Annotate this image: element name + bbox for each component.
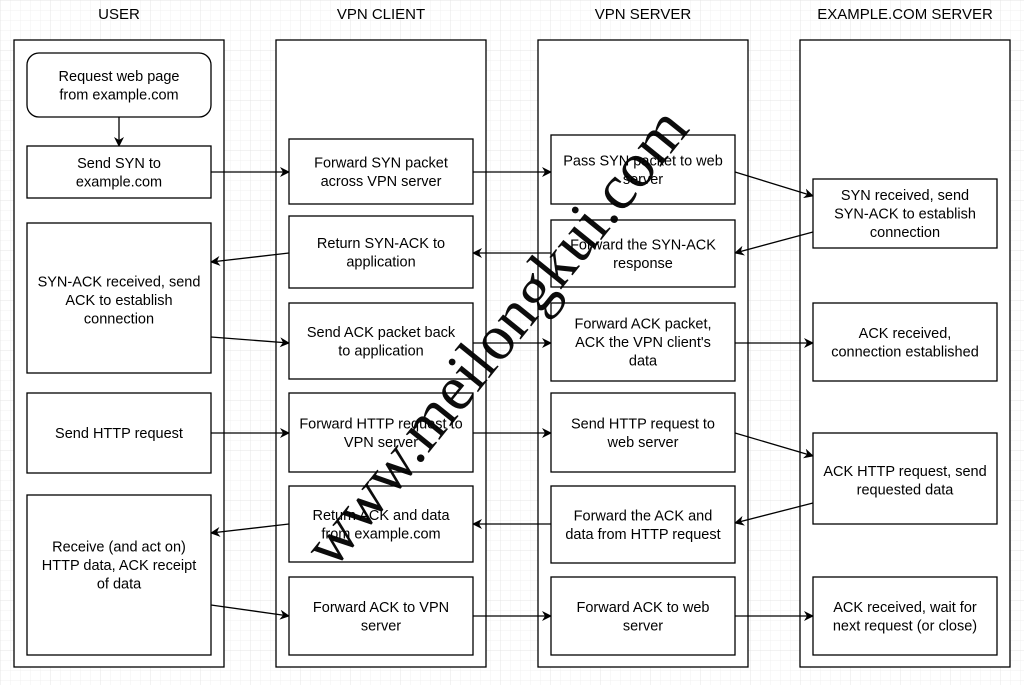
step-text: next request (or close) bbox=[833, 618, 977, 634]
step-box bbox=[550, 392, 736, 473]
step-return-synack: Return SYN-ACK to application bbox=[288, 215, 474, 289]
step-box bbox=[812, 576, 998, 656]
lane-title: VPN SERVER bbox=[595, 6, 692, 23]
step-ack-established: ACK received, connection established bbox=[812, 302, 998, 382]
step-text: of data bbox=[97, 577, 142, 593]
step-text: Send HTTP request to bbox=[571, 416, 715, 432]
step-send-http: Send HTTP request bbox=[26, 392, 212, 474]
step-text: to application bbox=[338, 343, 423, 359]
lane-title: EXAMPLE.COM SERVER bbox=[817, 6, 993, 23]
step-box bbox=[550, 485, 736, 564]
step-box bbox=[26, 494, 212, 656]
step-text: connection bbox=[84, 312, 154, 328]
step-send-http-web: Send HTTP request to web server bbox=[550, 392, 736, 473]
lane-title: USER bbox=[98, 6, 140, 23]
step-box bbox=[812, 302, 998, 382]
step-text: from example.com bbox=[59, 87, 178, 103]
step-fwd-ack-packet: Forward ACK packet, ACK the VPN client's d… bbox=[550, 302, 736, 382]
step-ack-wait: ACK received, wait for next request (or c… bbox=[812, 576, 998, 656]
step-text: Send ACK packet back bbox=[307, 325, 456, 341]
step-fwd-ack-data: Forward the ACK and data from HTTP reques… bbox=[550, 485, 736, 564]
step-text: Forward SYN packet bbox=[314, 155, 448, 171]
step-send-syn: Send SYN to example.com bbox=[26, 145, 212, 199]
step-ack-http: ACK HTTP request, send requested data bbox=[812, 432, 998, 525]
step-box bbox=[288, 576, 474, 656]
step-text: HTTP data, ACK receipt bbox=[42, 558, 196, 574]
step-text: ACK received, bbox=[859, 326, 952, 342]
step-text: Forward the ACK and bbox=[574, 508, 713, 524]
step-text: Send SYN to bbox=[77, 156, 161, 172]
step-text: web server bbox=[607, 435, 679, 451]
step-syn-received: SYN received, send SYN-ACK to establish co… bbox=[812, 178, 998, 249]
step-text: Forward ACK to VPN bbox=[313, 600, 449, 616]
step-synack-received: SYN-ACK received, send ACK to establish co… bbox=[26, 222, 212, 374]
step-text: SYN-ACK to establish bbox=[834, 207, 976, 223]
step-text: response bbox=[613, 256, 673, 272]
step-text: Forward ACK to web bbox=[577, 600, 710, 616]
step-text: ACK to establish bbox=[65, 293, 172, 309]
vpn-sequence-diagram: USER VPN CLIENT VPN SERVER EXAMPLE.COM SERV… bbox=[0, 0, 1024, 685]
step-fwd-ack-vpn: Forward ACK to VPN server bbox=[288, 576, 474, 656]
step-text: server bbox=[361, 618, 401, 634]
step-text: across VPN server bbox=[321, 174, 442, 190]
step-box bbox=[288, 215, 474, 289]
step-receive-data: Receive (and act on) HTTP data, ACK recei… bbox=[26, 494, 212, 656]
step-fwd-ack-web: Forward ACK to web server bbox=[550, 576, 736, 656]
step-text: server bbox=[623, 618, 663, 634]
step-text: SYN received, send bbox=[841, 188, 969, 204]
step-text: Send HTTP request bbox=[55, 426, 183, 442]
step-text: ACK HTTP request, send bbox=[823, 464, 986, 480]
step-text: ACK received, wait for bbox=[833, 600, 977, 616]
step-box bbox=[26, 52, 212, 118]
step-box bbox=[550, 576, 736, 656]
step-text: Request web page bbox=[59, 69, 180, 85]
step-text: connection bbox=[870, 225, 940, 241]
step-box bbox=[288, 138, 474, 205]
step-text: data bbox=[629, 354, 658, 370]
step-request: Request web page from example.com bbox=[26, 52, 212, 118]
step-text: Receive (and act on) bbox=[52, 540, 186, 556]
step-text: requested data bbox=[857, 482, 955, 498]
step-text: SYN-ACK received, send bbox=[38, 275, 201, 291]
step-text: ACK the VPN client's bbox=[575, 335, 711, 351]
step-text: example.com bbox=[76, 174, 162, 190]
step-text: application bbox=[346, 254, 415, 270]
step-text: Forward ACK packet, bbox=[575, 317, 712, 333]
step-text: Return SYN-ACK to bbox=[317, 236, 445, 252]
step-text: connection established bbox=[831, 344, 979, 360]
step-fwd-syn: Forward SYN packet across VPN server bbox=[288, 138, 474, 205]
step-text: data from HTTP request bbox=[565, 527, 720, 543]
lane-title: VPN CLIENT bbox=[337, 6, 425, 23]
